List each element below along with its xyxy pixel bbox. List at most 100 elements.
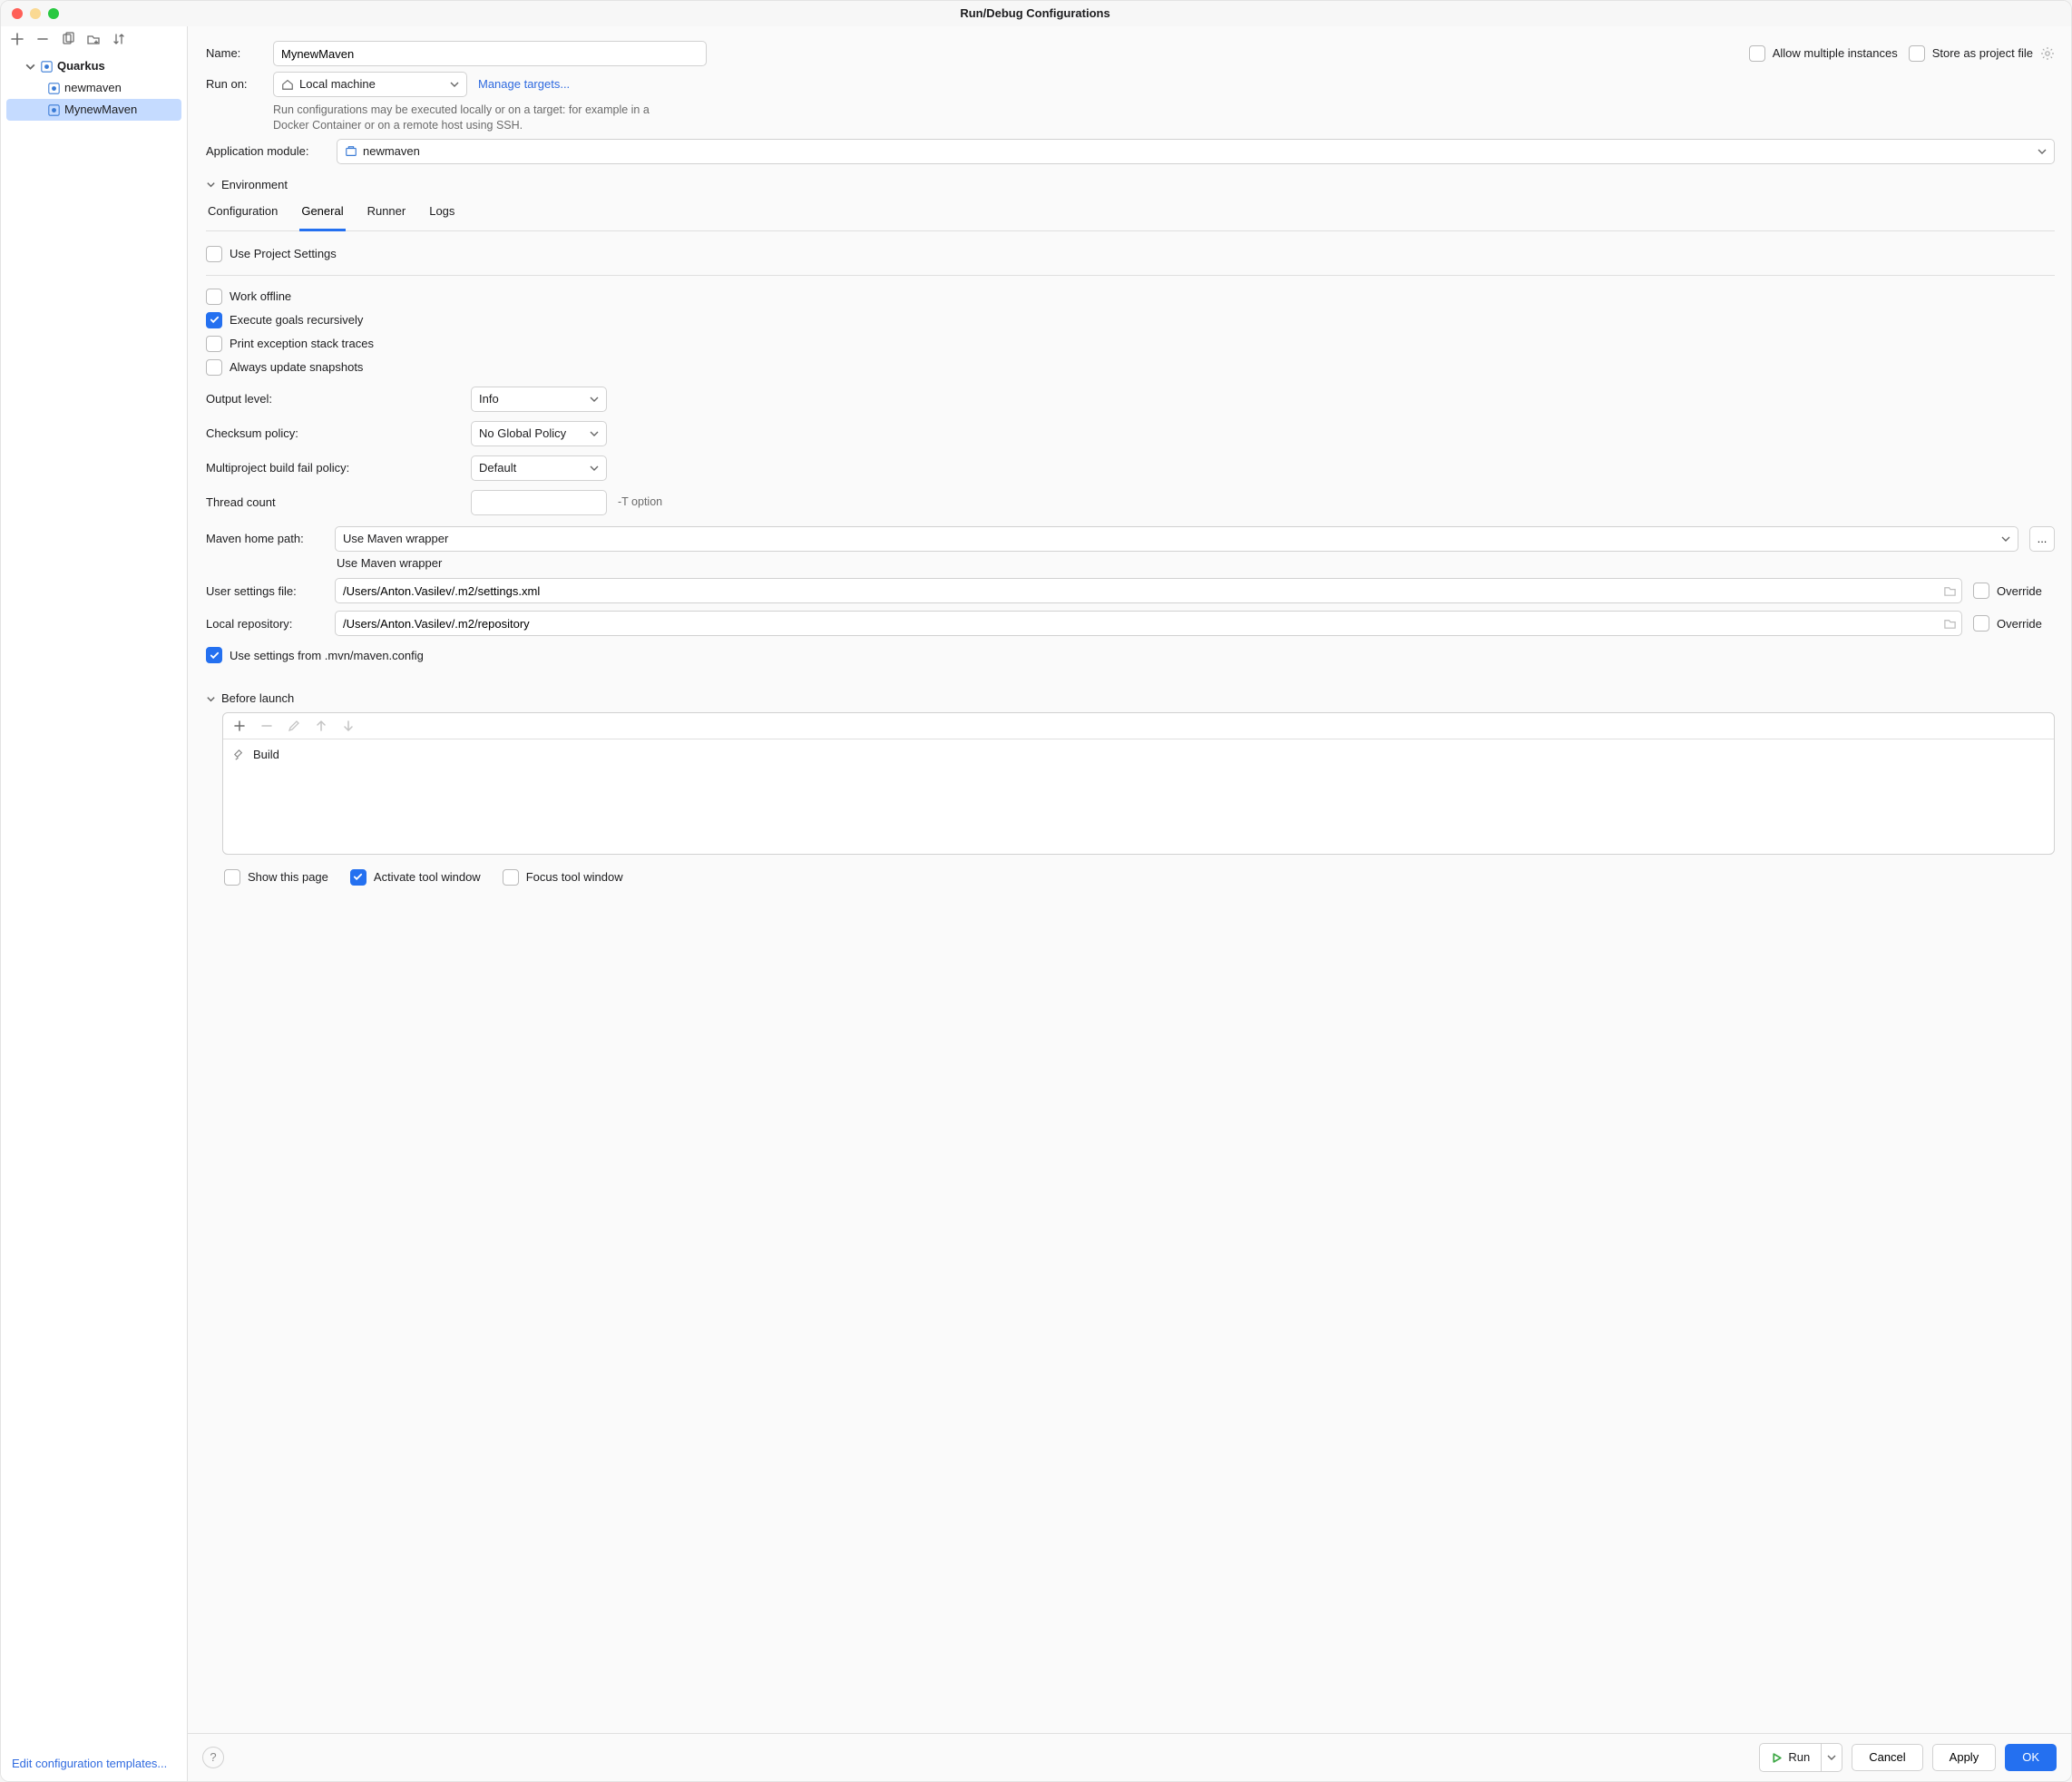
chevron-down-icon bbox=[1827, 1753, 1836, 1762]
tab-runner[interactable]: Runner bbox=[366, 198, 408, 230]
chevron-down-icon bbox=[590, 395, 599, 404]
local-repo-override-checkbox[interactable]: Override bbox=[1973, 612, 2055, 635]
cancel-button[interactable]: Cancel bbox=[1852, 1744, 1922, 1771]
add-config-icon[interactable] bbox=[10, 32, 24, 46]
name-input[interactable] bbox=[273, 41, 707, 66]
tree-item-label: MynewMaven bbox=[64, 102, 137, 118]
help-button[interactable]: ? bbox=[202, 1747, 224, 1768]
before-launch-header[interactable]: Before launch bbox=[206, 690, 2055, 707]
name-label: Name: bbox=[206, 45, 262, 62]
move-down-icon[interactable] bbox=[341, 719, 356, 733]
hammer-icon bbox=[232, 748, 246, 761]
tree-node-mynewmaven[interactable]: MynewMaven bbox=[6, 99, 181, 121]
chevron-down-icon bbox=[590, 464, 599, 473]
allow-multiple-checkbox[interactable]: Allow multiple instances bbox=[1749, 42, 1898, 65]
folder-icon[interactable] bbox=[1943, 617, 1957, 631]
chevron-down-icon bbox=[450, 80, 459, 89]
store-project-checkbox[interactable]: Store as project file bbox=[1909, 42, 2055, 65]
checkbox-icon bbox=[1749, 45, 1765, 62]
app-module-label: Application module: bbox=[206, 143, 326, 160]
local-repo-label: Local repository: bbox=[206, 616, 324, 632]
print-stack-checkbox[interactable]: Print exception stack traces bbox=[206, 332, 2055, 356]
print-stack-label: Print exception stack traces bbox=[230, 336, 374, 352]
tree-node-root[interactable]: Quarkus bbox=[1, 55, 187, 77]
save-folder-icon[interactable] bbox=[86, 32, 101, 46]
execute-recursively-checkbox[interactable]: Execute goals recursively bbox=[206, 308, 2055, 332]
fail-policy-label: Multiproject build fail policy: bbox=[206, 460, 460, 476]
run-button[interactable]: Run bbox=[1759, 1743, 1842, 1772]
window-minimize-button[interactable] bbox=[30, 8, 41, 19]
checksum-label: Checksum policy: bbox=[206, 426, 460, 442]
chevron-down-icon bbox=[590, 429, 599, 438]
app-module-value: newmaven bbox=[363, 143, 420, 160]
run-on-value: Local machine bbox=[299, 76, 376, 93]
maven-home-select[interactable]: Use Maven wrapper bbox=[335, 526, 2018, 552]
before-launch-box: Build bbox=[222, 712, 2055, 855]
use-project-settings-checkbox[interactable]: Use Project Settings bbox=[206, 242, 2055, 266]
copy-config-icon[interactable] bbox=[61, 32, 75, 46]
work-offline-checkbox[interactable]: Work offline bbox=[206, 285, 2055, 308]
apply-button[interactable]: Apply bbox=[1932, 1744, 1997, 1771]
edit-templates-link[interactable]: Edit configuration templates... bbox=[12, 1757, 167, 1770]
maven-home-browse-button[interactable]: ... bbox=[2029, 526, 2055, 552]
window-close-button[interactable] bbox=[12, 8, 23, 19]
update-snapshots-label: Always update snapshots bbox=[230, 359, 363, 376]
tab-logs[interactable]: Logs bbox=[427, 198, 456, 230]
remove-task-icon[interactable] bbox=[259, 719, 274, 733]
environment-section-header[interactable]: Environment bbox=[206, 177, 2055, 193]
add-task-icon[interactable] bbox=[232, 719, 247, 733]
ok-button[interactable]: OK bbox=[2005, 1744, 2057, 1771]
move-up-icon[interactable] bbox=[314, 719, 328, 733]
sidebar: Quarkus newmaven MynewMaven Edit configu… bbox=[1, 26, 188, 1781]
gear-icon[interactable] bbox=[2040, 46, 2055, 61]
user-settings-label: User settings file: bbox=[206, 583, 324, 600]
fail-policy-select[interactable]: Default bbox=[471, 455, 607, 481]
remove-config-icon[interactable] bbox=[35, 32, 50, 46]
tab-general[interactable]: General bbox=[299, 198, 345, 231]
focus-tool-label: Focus tool window bbox=[526, 869, 623, 886]
chevron-down-icon bbox=[2038, 147, 2047, 156]
override-label: Override bbox=[1997, 616, 2042, 632]
local-repo-input[interactable] bbox=[335, 611, 1962, 636]
update-snapshots-checkbox[interactable]: Always update snapshots bbox=[206, 356, 2055, 379]
focus-tool-checkbox[interactable]: Focus tool window bbox=[503, 866, 623, 889]
user-settings-input[interactable] bbox=[335, 578, 1962, 603]
run-dropdown-button[interactable] bbox=[1821, 1744, 1842, 1771]
activate-tool-checkbox[interactable]: Activate tool window bbox=[350, 866, 481, 889]
output-level-select[interactable]: Info bbox=[471, 387, 607, 412]
use-project-settings-label: Use Project Settings bbox=[230, 246, 337, 262]
tree-node-newmaven[interactable]: newmaven bbox=[1, 77, 187, 99]
show-page-checkbox[interactable]: Show this page bbox=[224, 866, 328, 889]
store-project-label: Store as project file bbox=[1932, 45, 2033, 62]
quarkus-icon bbox=[48, 104, 60, 116]
tab-configuration[interactable]: Configuration bbox=[206, 198, 279, 230]
main-panel: Name: Allow multiple instances Store as … bbox=[188, 26, 2071, 1781]
checksum-select[interactable]: No Global Policy bbox=[471, 421, 607, 446]
checksum-value: No Global Policy bbox=[479, 426, 566, 442]
user-settings-override-checkbox[interactable]: Override bbox=[1973, 579, 2055, 602]
environment-title: Environment bbox=[221, 177, 288, 193]
tree-root-label: Quarkus bbox=[57, 58, 105, 74]
use-mvn-config-checkbox[interactable]: Use settings from .mvn/maven.config bbox=[206, 643, 2055, 667]
run-on-hint: Run configurations may be executed local… bbox=[273, 103, 672, 133]
maven-home-label: Maven home path: bbox=[206, 531, 324, 547]
sort-icon[interactable] bbox=[112, 32, 126, 46]
window-zoom-button[interactable] bbox=[48, 8, 59, 19]
maven-home-hint: Use Maven wrapper bbox=[335, 555, 2018, 572]
app-module-select[interactable]: newmaven bbox=[337, 139, 2055, 164]
checkbox-icon bbox=[1909, 45, 1925, 62]
output-level-label: Output level: bbox=[206, 391, 460, 407]
folder-icon[interactable] bbox=[1943, 584, 1957, 598]
run-label: Run bbox=[1788, 1749, 1810, 1766]
titlebar: Run/Debug Configurations bbox=[1, 1, 2071, 26]
thread-count-hint: -T option bbox=[618, 494, 2055, 510]
run-on-label: Run on: bbox=[206, 76, 262, 93]
config-tree[interactable]: Quarkus newmaven MynewMaven bbox=[1, 52, 187, 1747]
fail-policy-value: Default bbox=[479, 460, 516, 476]
edit-task-icon[interactable] bbox=[287, 719, 301, 733]
run-on-select[interactable]: Local machine bbox=[273, 72, 467, 97]
before-launch-item[interactable]: Build bbox=[232, 747, 2045, 763]
thread-count-input[interactable] bbox=[471, 490, 607, 515]
before-launch-title: Before launch bbox=[221, 690, 294, 707]
manage-targets-link[interactable]: Manage targets... bbox=[478, 76, 570, 93]
